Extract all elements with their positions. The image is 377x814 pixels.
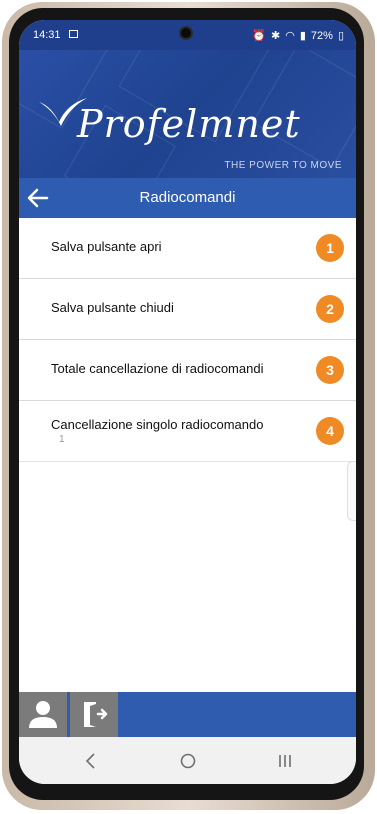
logout-icon xyxy=(84,702,108,727)
signal-icon: ▮ xyxy=(299,30,306,42)
nav-home-icon[interactable] xyxy=(176,749,200,773)
menu-item-cancellazione-singolo[interactable]: Cancellazione singolo radiocomando 1 4 xyxy=(19,401,356,462)
menu-item-salva-chiudi[interactable]: Salva pulsante chiudi 2 xyxy=(19,279,356,340)
battery-icon: ▯ xyxy=(337,30,344,42)
brand-tagline: THE POWER TO MOVE xyxy=(224,160,342,171)
status-bar: 14:31 ⏰ ✱ ◠ ▮ 72% ▯ xyxy=(19,20,356,50)
step-badge: 4 xyxy=(316,417,344,445)
user-icon xyxy=(29,701,57,728)
logout-button[interactable] xyxy=(70,692,118,737)
nav-back-icon[interactable] xyxy=(79,749,103,773)
user-button[interactable] xyxy=(19,692,67,737)
alarm-icon: ⏰ xyxy=(252,30,267,42)
wifi-icon: ◠ xyxy=(285,30,295,42)
android-nav-bar xyxy=(19,737,356,784)
bottom-toolbar xyxy=(19,692,356,737)
radiocomandi-menu: Salva pulsante apri 1 Salva pulsante chi… xyxy=(19,218,356,462)
step-badge: 3 xyxy=(316,356,344,384)
title-bar: Radiocomandi xyxy=(19,178,356,218)
menu-item-totale-cancellazione[interactable]: Totale cancellazione di radiocomandi 3 xyxy=(19,340,356,401)
image-notification-icon xyxy=(69,30,78,38)
menu-item-label: Salva pulsante chiudi xyxy=(51,300,174,315)
menu-item-label: Salva pulsante apri xyxy=(51,239,162,254)
screen: 14:31 ⏰ ✱ ◠ ▮ 72% ▯ Profelmnet THE POWER… xyxy=(19,20,356,784)
menu-item-label: Cancellazione singolo radiocomando xyxy=(51,417,264,432)
app-header: Profelmnet THE POWER TO MOVE xyxy=(19,50,356,178)
status-icons: ⏰ ✱ ◠ ▮ 72% ▯ xyxy=(252,29,344,43)
battery-level: 72% xyxy=(310,29,333,42)
nav-recent-icon[interactable] xyxy=(273,749,297,773)
page-title: Radiocomandi xyxy=(139,189,236,206)
menu-item-label: Totale cancellazione di radiocomandi xyxy=(51,361,264,376)
side-drawer-handle[interactable] xyxy=(347,461,356,521)
status-time: 14:31 xyxy=(33,29,61,41)
menu-item-value: 1 xyxy=(59,434,65,445)
brand-logo-text: Profelmnet xyxy=(77,102,301,146)
bluetooth-icon: ✱ xyxy=(271,30,281,42)
front-camera xyxy=(179,26,193,40)
step-badge: 2 xyxy=(316,295,344,323)
step-badge: 1 xyxy=(316,234,344,262)
menu-item-salva-apri[interactable]: Salva pulsante apri 1 xyxy=(19,218,356,279)
